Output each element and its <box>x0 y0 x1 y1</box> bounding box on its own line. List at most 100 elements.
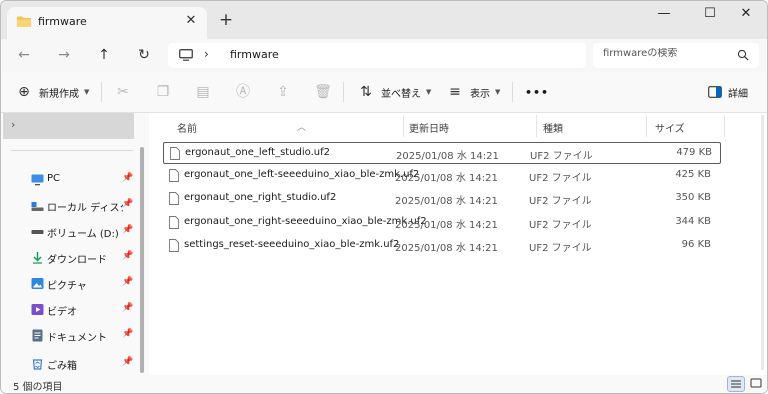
minimize-button[interactable]: — <box>641 1 687 27</box>
drive-icon <box>31 202 44 211</box>
details-pane-button[interactable]: 詳細 <box>708 81 748 103</box>
forward-arrow-icon[interactable]: → <box>53 45 75 65</box>
pin-icon: 📌 <box>122 251 134 261</box>
file-name: ergonaut_one_right-seeeduino_xiao_ble-zm… <box>184 216 427 227</box>
file-row[interactable]: ergonaut_one_left_studio.uf2 2025/01/08 … <box>163 142 721 164</box>
sidebar-item-label: ビデオ <box>47 307 77 318</box>
file-size: 479 KB <box>676 147 712 158</box>
divider <box>101 82 102 102</box>
file-row[interactable]: ergonaut_one_left-seeeduino_xiao_ble-zmk… <box>163 165 721 187</box>
column-header-date[interactable]: 更新日時 <box>403 113 536 139</box>
column-header-size[interactable]: サイズ <box>646 113 724 139</box>
sidebar-item-volume-d[interactable]: ボリューム (D:) 📌 <box>1 221 141 243</box>
more-options-button[interactable]: ••• <box>525 81 549 103</box>
file-icon <box>170 147 180 160</box>
column-divider[interactable] <box>724 115 725 137</box>
breadcrumb-chevron-icon[interactable]: › <box>204 47 209 61</box>
cut-button[interactable]: ✂ <box>114 81 132 103</box>
sidebar-item-label: ボリューム (D:) <box>47 229 119 240</box>
navigation-bar: ← → ↑ ↻ › firmware <box>1 39 767 72</box>
monitor-icon <box>31 174 44 186</box>
search-icon[interactable] <box>737 49 749 61</box>
file-type: UF2 ファイル <box>529 196 592 207</box>
home-expand-row[interactable]: › <box>3 113 134 139</box>
sort-arrows-icon: ⇅ <box>360 84 372 100</box>
sidebar-scrollbar[interactable] <box>140 147 144 373</box>
sort-button-label: 並べ替え <box>381 88 421 100</box>
details-view-icon <box>731 380 741 388</box>
file-icon <box>169 239 179 252</box>
sidebar-item-documents[interactable]: ドキュメント 📌 <box>1 325 141 347</box>
column-header-type[interactable]: 種類 <box>536 113 646 139</box>
recycle-bin-icon <box>32 359 43 370</box>
file-date: 2025/01/08 水 14:21 <box>395 196 498 207</box>
details-pane-icon <box>708 86 722 98</box>
chevron-right-icon[interactable]: › <box>11 118 15 131</box>
sidebar-item-pictures[interactable]: ピクチャ 📌 <box>1 273 141 295</box>
refresh-icon[interactable]: ↻ <box>133 45 155 65</box>
sort-button[interactable]: ⇅ 並べ替え ▼ <box>357 81 431 103</box>
address-bar[interactable]: › firmware <box>168 43 586 68</box>
new-button[interactable]: ⊕ 新規作成 ▼ <box>15 81 89 103</box>
sidebar-item-label: ローカル ディスク (C: <box>47 203 123 214</box>
sidebar-item-label: ごみ箱 <box>47 361 77 372</box>
search-input[interactable] <box>603 48 723 59</box>
delete-button[interactable]: 🗑 <box>314 81 332 103</box>
chevron-down-icon: ▼ <box>426 88 432 96</box>
back-arrow-icon[interactable]: ← <box>13 45 35 65</box>
sidebar-item-downloads[interactable]: ダウンロード 📌 <box>1 247 141 269</box>
sidebar-item-pc[interactable]: PC 📌 <box>1 169 141 191</box>
new-tab-button[interactable]: + <box>218 12 234 29</box>
divider <box>343 82 344 102</box>
search-box[interactable] <box>593 43 759 68</box>
file-list: 名前 ︿ 更新日時 種類 サイズ ergonaut_one_left_studi… <box>149 113 767 375</box>
status-bar: 5 個の項目 <box>1 375 767 393</box>
rename-button[interactable]: Ⓐ <box>234 81 252 103</box>
large-icons-view-button[interactable] <box>748 376 766 392</box>
list-view-icon: ≡ <box>449 84 461 100</box>
file-list-scrollbar[interactable] <box>761 115 764 370</box>
file-row[interactable]: ergonaut_one_right_studio.uf2 2025/01/08… <box>163 188 721 210</box>
pin-icon: 📌 <box>122 303 134 313</box>
breadcrumb-firmware[interactable]: firmware <box>230 48 279 61</box>
share-icon: ⇪ <box>277 84 289 100</box>
item-count: 5 個の項目 <box>13 382 63 393</box>
file-size: 350 KB <box>675 192 711 203</box>
file-row[interactable]: settings_reset-seeeduino_xiao_ble-zmk.uf… <box>163 235 721 257</box>
trash-icon: 🗑 <box>314 84 332 100</box>
column-header-name[interactable]: 名前 ︿ <box>163 113 403 139</box>
sidebar-item-label: ピクチャ <box>47 281 87 292</box>
file-type: UF2 ファイル <box>530 151 593 162</box>
close-window-button[interactable]: ✕ <box>723 1 767 27</box>
file-date: 2025/01/08 水 14:21 <box>395 173 498 184</box>
paste-button[interactable]: ▤ <box>194 81 212 103</box>
file-name: ergonaut_one_left_studio.uf2 <box>185 147 331 158</box>
file-row[interactable]: ergonaut_one_right-seeeduino_xiao_ble-zm… <box>163 212 721 234</box>
copy-button[interactable]: ❐ <box>154 81 172 103</box>
file-icon <box>169 216 179 229</box>
up-arrow-icon[interactable]: ↑ <box>93 45 115 65</box>
sidebar-item-recycle-bin[interactable]: ごみ箱 📌 <box>1 353 141 375</box>
sort-up-icon: ︿ <box>297 123 307 133</box>
view-button[interactable]: ≡ 表示 ▼ <box>446 81 500 103</box>
title-bar: firmware ✕ + — ☐ ✕ <box>1 1 767 39</box>
sidebar-item-videos[interactable]: ビデオ 📌 <box>1 299 141 321</box>
pin-icon: 📌 <box>122 199 134 209</box>
share-button[interactable]: ⇪ <box>274 81 292 103</box>
video-icon <box>31 304 44 315</box>
file-date: 2025/01/08 水 14:21 <box>396 151 499 162</box>
divider <box>512 82 513 102</box>
sidebar-item-local-disk[interactable]: ローカル ディスク (C: 📌 <box>1 195 141 217</box>
command-bar: ⊕ 新規作成 ▼ ✂ ❐ ▤ Ⓐ ⇪ 🗑 ⇅ 並べ替え ▼ ≡ 表示 ▼ ••• <box>1 72 767 113</box>
details-view-button[interactable] <box>727 376 745 392</box>
file-size: 425 KB <box>675 169 711 180</box>
tab-firmware[interactable]: firmware ✕ <box>7 7 207 39</box>
tab-title: firmware <box>38 15 87 28</box>
sidebar-item-label: ダウンロード <box>47 255 107 266</box>
close-tab-icon[interactable]: ✕ <box>183 13 199 29</box>
rename-icon: Ⓐ <box>236 84 250 100</box>
clipboard-icon: ▤ <box>196 84 210 100</box>
file-size: 344 KB <box>675 216 711 227</box>
plus-circle-icon: ⊕ <box>18 84 30 100</box>
picture-icon <box>31 278 44 289</box>
